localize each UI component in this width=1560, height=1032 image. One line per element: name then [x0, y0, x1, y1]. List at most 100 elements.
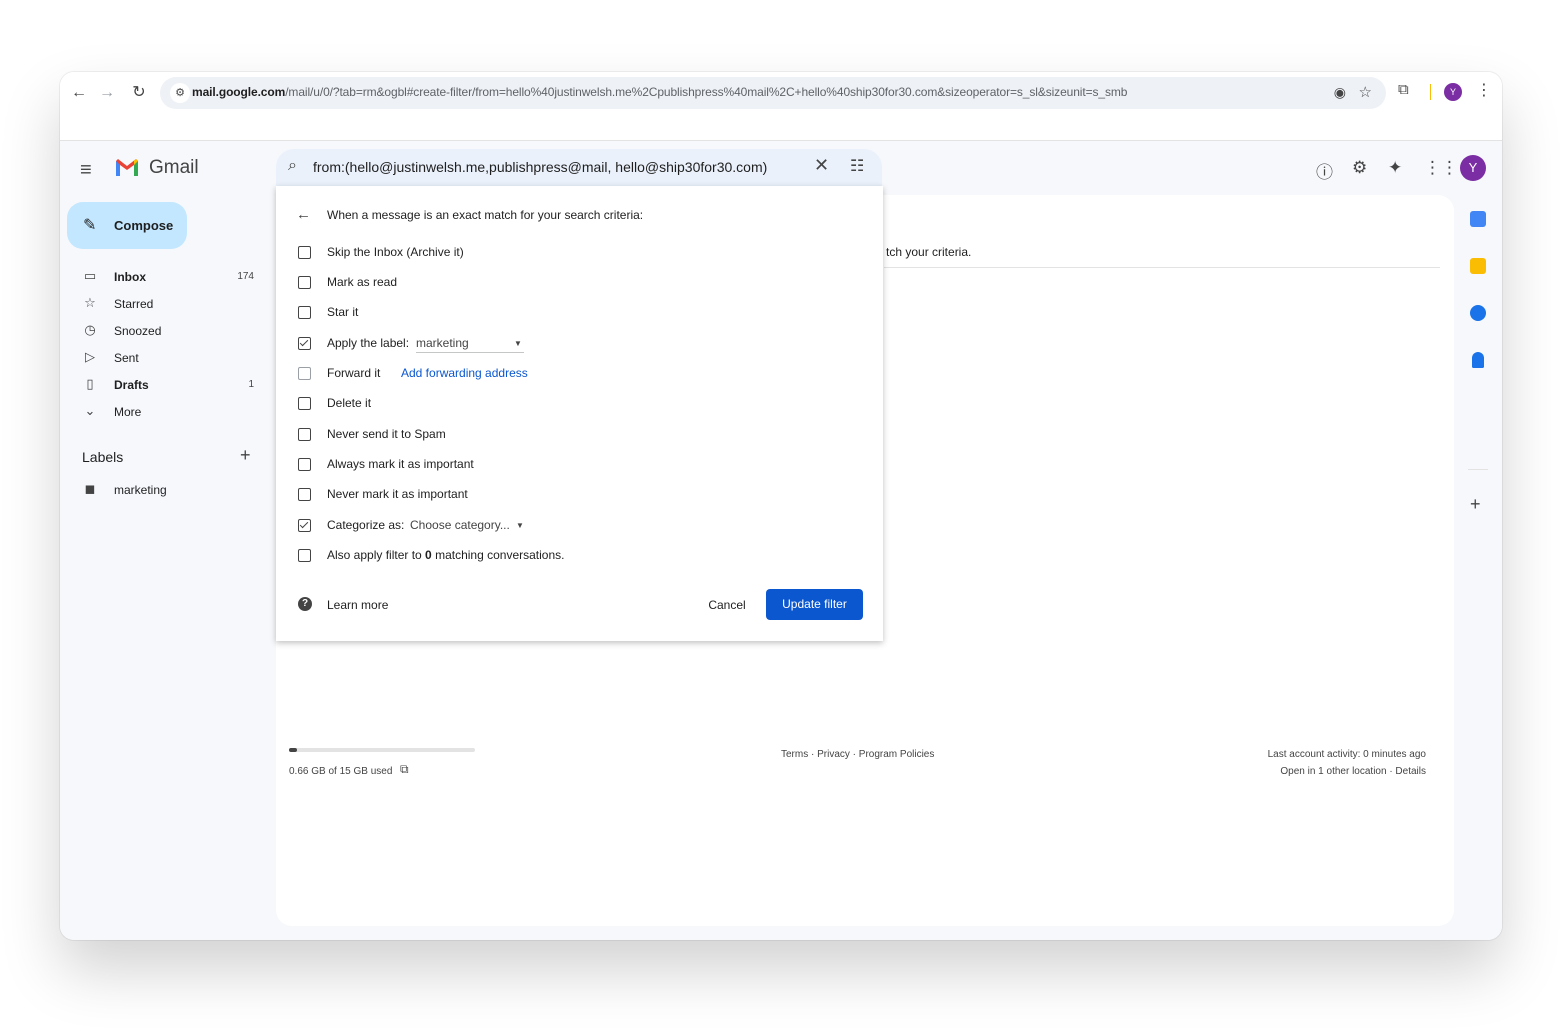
option-label: Apply the label: [327, 336, 410, 350]
back-arrow-icon[interactable]: ← [296, 206, 311, 223]
checkbox[interactable] [298, 337, 311, 350]
settings-gear-icon[interactable]: ⚙ [1352, 158, 1367, 178]
bookmark-star-icon[interactable]: ☆ [1359, 83, 1372, 101]
account-avatar[interactable]: Y [1460, 155, 1486, 181]
dropdown-caret-icon[interactable]: ▼ [516, 521, 524, 530]
last-activity-text: Last account activity: 0 minutes ago [1267, 749, 1426, 760]
divider [884, 267, 1440, 268]
sidebar-item-starred[interactable]: ☆ Starred [60, 291, 270, 317]
url-text[interactable]: mail.google.com/mail/u/0/?tab=rm&ogbl#cr… [192, 85, 1127, 99]
address-bar[interactable]: ⚙ mail.google.com/mail/u/0/?tab=rm&ogbl#… [160, 77, 1386, 109]
eye-icon[interactable]: ◉ [1334, 84, 1346, 101]
learn-more-link[interactable]: Learn more [327, 598, 388, 612]
option-star-it[interactable]: Star it [298, 303, 858, 323]
compose-button[interactable]: ✎ Compose [67, 202, 187, 249]
option-label: Delete it [327, 396, 372, 410]
sidebar-item-label: Drafts [114, 378, 149, 392]
option-label: Forward it [327, 366, 381, 380]
profile-avatar[interactable]: Y [1444, 83, 1462, 101]
search-input[interactable]: from:(hello@justinwelsh.me,publishpress@… [313, 159, 767, 175]
sidebar-item-drafts[interactable]: ▯ Drafts 1 [60, 372, 270, 398]
option-label: Skip the Inbox (Archive it) [327, 245, 464, 259]
search-icon[interactable]: ⌕ [288, 157, 297, 175]
help-question-icon[interactable]: ? [298, 597, 312, 611]
gmail-logo-text[interactable]: Gmail [149, 157, 199, 179]
option-label: Mark as read [327, 275, 398, 289]
tasks-icon[interactable] [1470, 305, 1486, 321]
option-never-important[interactable]: Never mark it as important [298, 485, 858, 505]
browser-window: ← → ↻ ⚙ mail.google.com/mail/u/0/?tab=rm… [60, 72, 1502, 940]
forward-icon[interactable]: → [96, 82, 118, 104]
clear-search-icon[interactable]: ✕ [814, 155, 829, 176]
option-label-before: Also apply filter to [327, 548, 426, 562]
option-apply-label[interactable]: Apply the label: marketing ▼ [298, 334, 858, 354]
checkbox[interactable] [298, 367, 311, 380]
checkbox[interactable] [298, 306, 311, 319]
back-icon[interactable]: ← [68, 82, 90, 104]
search-bar[interactable]: ⌕ from:(hello@justinwelsh.me,publishpres… [276, 149, 882, 186]
sidebar-item-count: 174 [237, 271, 254, 282]
option-apply-existing[interactable]: Also apply filter to 0 matching conversa… [298, 546, 858, 566]
update-filter-button[interactable]: Update filter [766, 589, 863, 620]
option-never-spam[interactable]: Never send it to Spam [298, 425, 858, 445]
sidebar-item-snoozed[interactable]: ◷ Snoozed [60, 318, 270, 344]
checkbox[interactable] [298, 519, 311, 532]
gemini-sparkle-icon[interactable]: ✦ [1388, 158, 1402, 178]
extensions-icon[interactable]: ⧉ [1398, 81, 1409, 98]
gmail-logo-icon[interactable] [114, 157, 140, 177]
checkbox[interactable] [298, 397, 311, 410]
option-label-count: 0 [425, 548, 432, 562]
browser-menu-icon[interactable]: ⋮ [1476, 80, 1492, 100]
site-settings-icon[interactable]: ⚙ [170, 83, 190, 103]
label-select[interactable]: marketing [416, 336, 469, 350]
apps-grid-icon[interactable]: ⋮⋮ [1424, 158, 1458, 178]
sidebar-item-sent[interactable]: ▷ Sent [60, 345, 270, 371]
sidebar-item-inbox[interactable]: ▭ Inbox 174 [60, 264, 270, 290]
clock-icon: ◷ [84, 322, 96, 337]
reload-icon[interactable]: ↻ [128, 82, 150, 104]
details-link[interactable]: Open in 1 other location · Details [1280, 766, 1426, 777]
option-skip-inbox[interactable]: Skip the Inbox (Archive it) [298, 243, 858, 263]
contacts-icon[interactable] [1472, 352, 1484, 368]
sidebar-item-label: Snoozed [114, 324, 162, 338]
file-icon: ▯ [86, 376, 94, 391]
gmail-app: ≡ Gmail ⌕ from:(hello@justinwelsh.me,pub… [60, 141, 1502, 940]
calendar-icon[interactable] [1470, 211, 1486, 227]
checkbox[interactable] [298, 276, 311, 289]
hamburger-menu-icon[interactable]: ≡ [80, 159, 92, 182]
add-forwarding-address-link[interactable]: Add forwarding address [401, 366, 528, 380]
sidebar-item-label: Sent [114, 351, 139, 365]
external-link-icon[interactable]: ⧉ [400, 762, 409, 777]
checkbox[interactable] [298, 549, 311, 562]
url-path: /mail/u/0/?tab=rm&ogbl#create-filter/fro… [285, 85, 1128, 99]
sidebar-item-label: marketing [114, 483, 167, 497]
option-label: Never mark it as important [327, 487, 468, 501]
checkbox[interactable] [298, 488, 311, 501]
add-label-icon[interactable]: + [240, 445, 251, 466]
option-delete-it[interactable]: Delete it [298, 394, 858, 414]
option-mark-read[interactable]: Mark as read [298, 273, 858, 293]
checkbox[interactable] [298, 246, 311, 259]
sidebar-label-marketing[interactable]: ◼ marketing [60, 477, 270, 503]
checkbox[interactable] [298, 428, 311, 441]
option-forward-it[interactable]: Forward it Add forwarding address [298, 364, 858, 384]
option-label: Categorize as: [327, 518, 405, 532]
storage-bar[interactable] [289, 748, 475, 752]
side-panel-divider [1468, 469, 1488, 470]
toolbar-divider [1430, 84, 1431, 100]
checkbox[interactable] [298, 458, 311, 471]
footer-links[interactable]: Terms · Privacy · Program Policies [781, 749, 934, 760]
storage-fill [289, 748, 298, 752]
search-options-icon[interactable]: ☷ [850, 156, 864, 176]
add-addon-icon[interactable]: + [1470, 494, 1481, 515]
sidebar-item-more[interactable]: ⌄ More [60, 399, 270, 425]
dropdown-caret-icon[interactable]: ▼ [514, 339, 522, 348]
option-categorize[interactable]: Categorize as: Choose category... ▼ [298, 516, 858, 536]
help-icon[interactable]: ⓘ [1316, 158, 1333, 183]
category-select[interactable]: Choose category... [410, 518, 510, 532]
option-always-important[interactable]: Always mark it as important [298, 455, 858, 475]
cancel-button[interactable]: Cancel [698, 590, 756, 620]
sidebar-item-label: Inbox [114, 270, 146, 284]
option-label: Always mark it as important [327, 457, 474, 471]
keep-icon[interactable] [1470, 258, 1486, 274]
